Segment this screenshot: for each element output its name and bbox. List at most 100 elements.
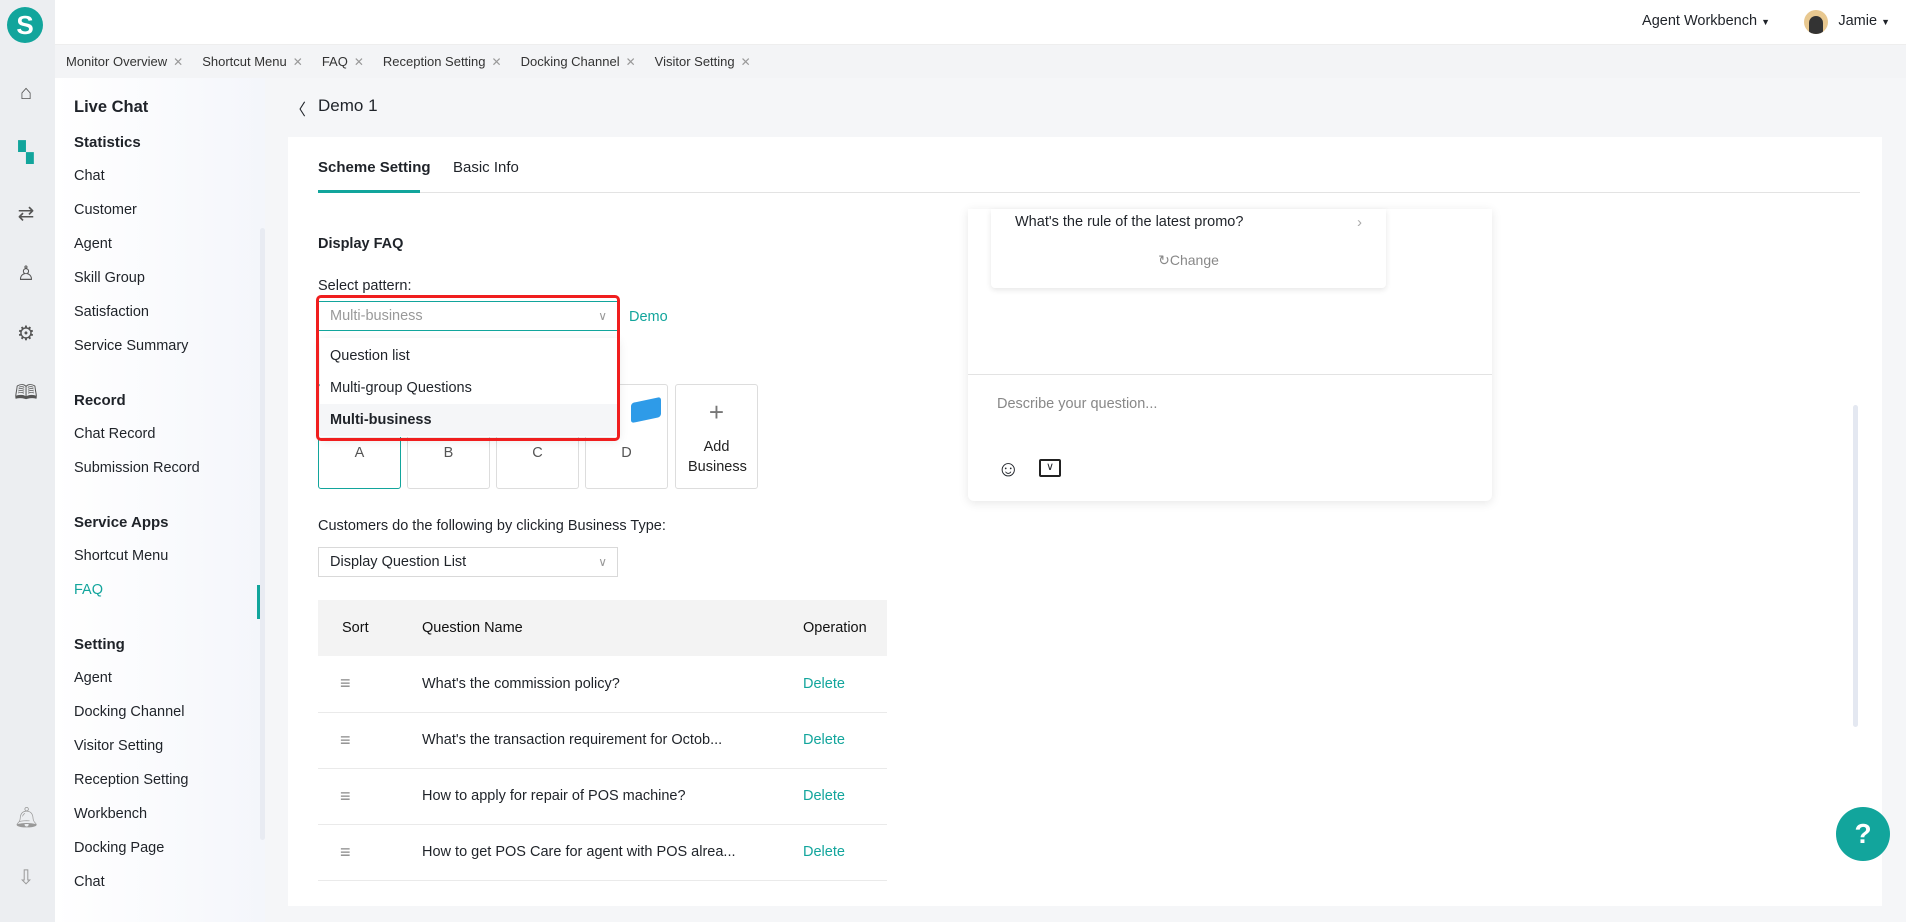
question-name: What's the commission policy?: [422, 656, 803, 713]
click-action-value: Display Question List: [330, 554, 467, 570]
plus-icon: +: [708, 397, 725, 427]
graduation-cap-icon: [631, 396, 661, 424]
option-multi-business[interactable]: Multi-business: [320, 404, 618, 436]
close-icon[interactable]: ✕: [354, 55, 364, 69]
tab-label: Monitor Overview: [66, 54, 168, 69]
question-table: Sort Question Name Operation ≡ What's the…: [318, 600, 887, 881]
avatar[interactable]: [1804, 10, 1828, 34]
question-name: What's the transaction requirement for O…: [422, 712, 803, 769]
sidebar-item-service-summary[interactable]: Service Summary: [74, 338, 188, 354]
tab-faq[interactable]: FAQ ✕: [322, 54, 364, 69]
pattern-label: Select pattern:: [318, 278, 412, 294]
workbench-menu[interactable]: Agent Workbench ▼: [1642, 13, 1770, 29]
gear-icon[interactable]: ⚙: [14, 322, 38, 346]
apps-icon[interactable]: ▚: [14, 141, 38, 165]
add-business-button[interactable]: + Add Business: [675, 384, 758, 489]
sidebar-item-reception-setting[interactable]: Reception Setting: [74, 772, 188, 788]
option-multi-group[interactable]: Multi-group Questions: [320, 372, 618, 404]
sidebar-scrollbar[interactable]: [260, 228, 265, 840]
sidebar-heading: Service Apps: [74, 514, 169, 531]
drag-handle-icon[interactable]: ≡: [318, 824, 422, 881]
tab-basic-info[interactable]: Basic Info: [453, 159, 519, 176]
tab-scheme-setting[interactable]: Scheme Setting: [318, 159, 431, 176]
sidebar-item-chat[interactable]: Chat: [74, 874, 105, 890]
change-label: Change: [1169, 252, 1219, 268]
delete-button[interactable]: Delete: [803, 824, 887, 881]
question-input[interactable]: Describe your question...: [997, 396, 1157, 412]
tab-visitor-setting[interactable]: Visitor Setting ✕: [655, 54, 751, 69]
active-tab-underline: [318, 190, 420, 193]
table-row: ≡ What's the transaction requirement for …: [318, 712, 887, 769]
caret-down-icon: ▼: [1881, 17, 1890, 27]
sidebar-item-faq[interactable]: FAQ: [74, 582, 103, 598]
sidebar-heading: Statistics: [74, 134, 141, 151]
close-icon[interactable]: ✕: [492, 55, 502, 69]
section-title: Display FAQ: [318, 236, 404, 252]
delete-button[interactable]: Delete: [803, 656, 887, 713]
sidebar-item-visitor-setting[interactable]: Visitor Setting: [74, 738, 163, 754]
sidebar-item-docking-page[interactable]: Docking Page: [74, 840, 164, 856]
sidebar-item-docking-channel[interactable]: Docking Channel: [74, 704, 184, 720]
drag-handle-icon[interactable]: ≡: [318, 712, 422, 769]
pattern-dropdown: Question list Multi-group Questions Mult…: [320, 338, 618, 437]
demo-link[interactable]: Demo: [629, 309, 668, 325]
tab-shortcut-menu[interactable]: Shortcut Menu ✕: [202, 54, 303, 69]
question-name: How to get POS Care for agent with POS a…: [422, 824, 803, 881]
add-business-label: Add Business: [688, 439, 747, 475]
bell-icon[interactable]: 🔔︎: [14, 806, 39, 830]
change-button[interactable]: ↻Change: [991, 252, 1386, 269]
mail-icon[interactable]: ∨: [1039, 459, 1061, 477]
download-icon[interactable]: ⇩: [14, 866, 38, 890]
book-icon[interactable]: 🕮: [14, 381, 38, 405]
help-button[interactable]: ?: [1836, 807, 1890, 861]
sidebar-item-shortcut-menu[interactable]: Shortcut Menu: [74, 548, 168, 564]
sidebar-item-agent[interactable]: Agent: [74, 236, 112, 252]
icon-rail: S ⌂ ▚ ⇄ ♙ ⚙ 🕮 🔔︎ ⇩: [0, 0, 55, 922]
tab-label: Reception Setting: [382, 54, 486, 69]
col-question-name: Question Name: [422, 600, 803, 656]
close-icon[interactable]: ✕: [741, 55, 751, 69]
drag-handle-icon[interactable]: ≡: [318, 768, 422, 825]
sidebar-item-agent[interactable]: Agent: [74, 670, 112, 686]
emoji-icon[interactable]: ☺: [997, 456, 1019, 482]
drag-handle-icon[interactable]: ≡: [318, 656, 422, 713]
close-icon[interactable]: ✕: [293, 55, 303, 69]
pattern-select[interactable]: Multi-business ∨: [318, 301, 618, 331]
delete-button[interactable]: Delete: [803, 712, 887, 769]
faq-card: What's the rule of the latest promo? › ↻…: [991, 209, 1386, 288]
tab-reception-setting[interactable]: Reception Setting ✕: [383, 54, 502, 69]
user-icon[interactable]: ♙: [14, 262, 38, 286]
table-row: ≡ What's the commission policy? Delete: [318, 656, 887, 713]
sidebar-item-customer[interactable]: Customer: [74, 202, 137, 218]
route-icon[interactable]: ⇄: [14, 202, 38, 226]
tab-label: Shortcut Menu: [202, 54, 287, 69]
delete-button[interactable]: Delete: [803, 768, 887, 825]
back-button[interactable]: 〈: [290, 96, 306, 120]
sidebar-item-chat[interactable]: Chat: [74, 168, 105, 184]
click-action-select[interactable]: Display Question List ∨: [318, 547, 618, 577]
tab-label: Docking Channel: [520, 54, 620, 69]
user-menu[interactable]: Jamie ▼: [1838, 13, 1890, 29]
sidebar-item-workbench[interactable]: Workbench: [74, 806, 147, 822]
faq-question[interactable]: What's the rule of the latest promo?: [1015, 214, 1243, 230]
option-question-list[interactable]: Question list: [320, 340, 618, 372]
close-icon[interactable]: ✕: [173, 55, 183, 69]
main-scrollbar[interactable]: [1853, 405, 1858, 727]
col-sort: Sort: [318, 600, 422, 656]
sidebar-heading: Setting: [74, 636, 125, 653]
content-card: Scheme Setting Basic Info Display FAQ Se…: [288, 137, 1882, 906]
tab-label: Visitor Setting: [654, 54, 735, 69]
chevron-right-icon: ›: [1357, 214, 1362, 231]
tab-docking-channel[interactable]: Docking Channel ✕: [521, 54, 636, 69]
pattern-value: Multi-business: [330, 308, 423, 324]
sidebar-item-chat-record[interactable]: Chat Record: [74, 426, 155, 442]
home-icon[interactable]: ⌂: [14, 81, 38, 105]
sidebar-title: Live Chat: [74, 98, 149, 116]
user-name: Jamie: [1838, 13, 1878, 29]
sidebar-item-satisfaction[interactable]: Satisfaction: [74, 304, 149, 320]
sidebar-item-submission-record[interactable]: Submission Record: [74, 460, 200, 476]
sidebar-item-skill-group[interactable]: Skill Group: [74, 270, 145, 286]
tab-monitor-overview[interactable]: Monitor Overview ✕: [66, 54, 183, 69]
table-row: ≡ How to apply for repair of POS machine?…: [318, 768, 887, 825]
close-icon[interactable]: ✕: [626, 55, 636, 69]
